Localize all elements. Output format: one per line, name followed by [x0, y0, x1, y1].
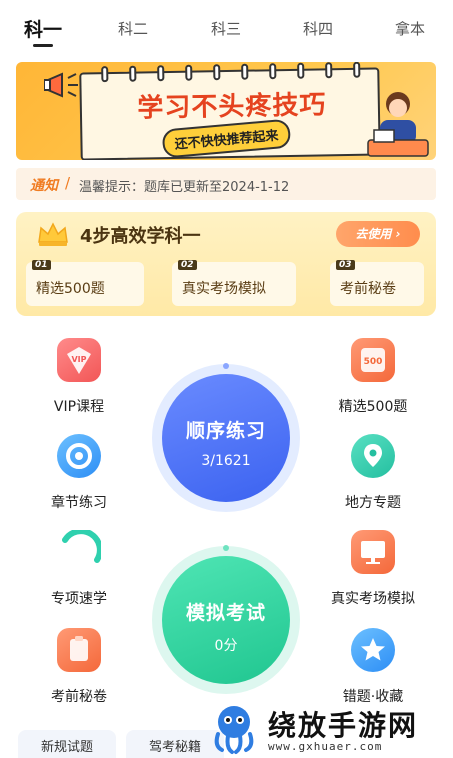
- ring-dot: [223, 363, 229, 369]
- item-label: VIP课程: [53, 399, 105, 415]
- step-item-1[interactable]: 01 精选500题: [26, 260, 144, 306]
- svg-text:VIP: VIP: [71, 355, 86, 364]
- steps-title: 4步高效学科一: [80, 226, 201, 247]
- item-label: 真实考场模拟: [331, 591, 415, 607]
- practice-title: 顺序练习: [185, 420, 266, 442]
- megaphone-icon: [44, 72, 78, 98]
- crown-icon: [38, 222, 68, 246]
- 500-icon: 500: [351, 338, 395, 382]
- vip-course-item[interactable]: VIP VIP课程: [24, 338, 134, 416]
- item-label: 精选500题: [338, 399, 408, 415]
- watermark-text: 绕放手游网: [268, 709, 419, 742]
- step-label: 精选500题: [36, 281, 105, 297]
- practice-progress: 3/1621: [201, 453, 251, 469]
- monitor-icon: [351, 530, 395, 574]
- watermark-url: www.gxhuaer.com: [268, 740, 383, 753]
- item-label: 章节练习: [51, 495, 107, 511]
- selected-500-item[interactable]: 500 精选500题: [318, 338, 428, 416]
- banner-subtitle: 还不快快推荐起来: [161, 118, 292, 159]
- tab-naben[interactable]: 拿本: [395, 18, 425, 39]
- step-number: 01: [32, 260, 51, 270]
- special-icon: [57, 528, 103, 574]
- step-label: 真实考场模拟: [182, 281, 266, 297]
- tab-ke1[interactable]: 科一: [24, 15, 62, 42]
- special-study-item[interactable]: 专项速学: [24, 528, 134, 608]
- exam-title: 模拟考试: [185, 602, 266, 624]
- vip-icon: VIP: [57, 338, 101, 382]
- mock-exam-ring: 模拟考试 0分: [152, 545, 300, 694]
- step-number: 03: [336, 260, 355, 270]
- wrong-favorites-item[interactable]: 错题·收藏: [318, 628, 428, 706]
- student-illustration-icon: [367, 92, 429, 157]
- step-item-2[interactable]: 02 真实考场模拟: [172, 260, 296, 306]
- star-icon: [351, 628, 395, 672]
- promo-banner[interactable]: 学习不头疼技巧 还不快快推荐起来: [16, 62, 436, 160]
- active-tab-indicator: [33, 44, 53, 47]
- notice-bar[interactable]: 通知 / 温馨提示：题库已更新至2024-1-12: [16, 168, 436, 200]
- new-rules-button[interactable]: 新规试题: [18, 730, 116, 758]
- step-number: 02: [178, 260, 197, 270]
- subject-tabs: 科一 科二 科三 科四 拿本: [0, 0, 453, 52]
- step-label: 考前秘卷: [340, 281, 396, 297]
- local-topics-item[interactable]: 地方专题: [318, 434, 428, 512]
- octopus-logo-icon: [214, 706, 254, 754]
- notice-tag: 通知: [30, 178, 58, 194]
- clipboard-icon: [57, 628, 101, 672]
- notice-text: 温馨提示：题库已更新至2024-1-12: [79, 180, 290, 195]
- chapter-icon: [57, 434, 101, 478]
- mock-exam-button[interactable]: 模拟考试 0分: [162, 556, 290, 684]
- sequential-practice-button[interactable]: 顺序练习 3/1621: [162, 374, 290, 502]
- banner-notepad: 学习不头疼技巧 还不快快推荐起来: [79, 62, 381, 160]
- four-steps-card: 4步高效学科一 去使用 › 01 精选500题 02 真实考场模拟 03 考前秘…: [16, 212, 436, 316]
- site-watermark: 绕放手游网 www.gxhuaer.com: [206, 700, 446, 758]
- ring-dot: [223, 545, 229, 551]
- chapter-practice-item[interactable]: 章节练习: [24, 434, 134, 512]
- tab-ke4[interactable]: 科四: [303, 18, 333, 39]
- tab-ke2[interactable]: 科二: [118, 18, 148, 39]
- tab-ke3[interactable]: 科三: [211, 18, 241, 39]
- location-icon: [351, 434, 395, 478]
- real-exam-sim-item[interactable]: 真实考场模拟: [318, 530, 428, 608]
- sequential-practice-ring: 顺序练习 3/1621: [152, 363, 300, 512]
- banner-title: 学习不头疼技巧: [137, 90, 327, 124]
- item-label: 专项速学: [51, 591, 107, 607]
- exam-secret-item[interactable]: 考前秘卷: [24, 628, 134, 706]
- item-label: 考前秘卷: [51, 689, 107, 705]
- notice-divider: /: [65, 174, 71, 192]
- step-item-3[interactable]: 03 考前秘卷: [330, 260, 424, 306]
- go-use-button[interactable]: 去使用 ›: [336, 221, 420, 247]
- svg-text:500: 500: [364, 357, 383, 367]
- item-label: 地方专题: [345, 495, 401, 511]
- exam-score: 0分: [214, 638, 238, 654]
